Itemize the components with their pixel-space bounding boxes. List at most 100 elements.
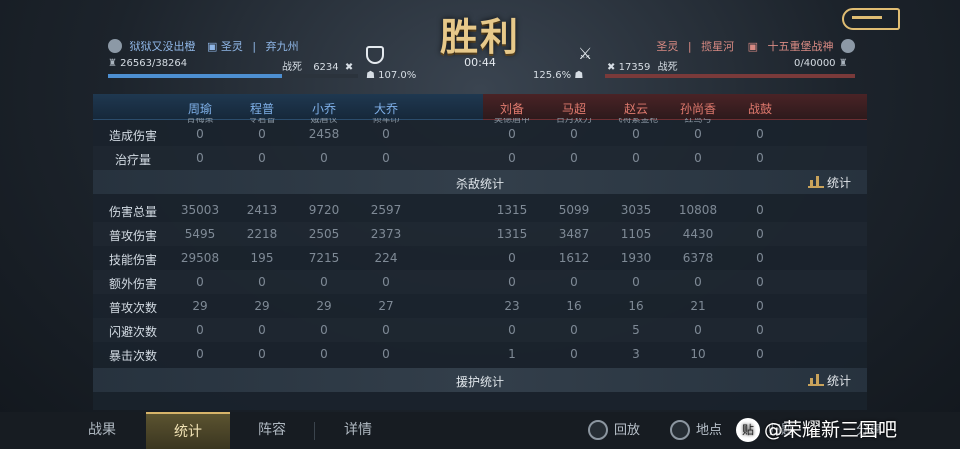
stat-cell: 1: [508, 347, 516, 361]
table-row: 技能伤害 29508 195 7215 224 0 1612 1930 6378 0: [93, 246, 867, 270]
right-troop-bar: [605, 74, 855, 78]
left-troop-bar: [108, 74, 358, 78]
row-label: 普攻次数: [108, 301, 157, 315]
hero-name: 马超: [561, 102, 586, 116]
stat-cell: 0: [570, 151, 578, 165]
table-row: 闪避次数 0 0 0 0 0 0 5 0 0: [93, 318, 867, 342]
left-killed-row: 战死 6234 ✖: [282, 58, 353, 73]
hero-name: 周瑜: [187, 102, 212, 116]
row-label: 闪避次数: [108, 325, 157, 339]
row-label: 造成伤害: [108, 129, 157, 143]
tab-battle-result[interactable]: 战果: [60, 412, 144, 449]
location-label: 地点: [696, 423, 723, 438]
stat-cell: 1315: [496, 227, 528, 241]
stat-cell: 6378: [682, 251, 714, 265]
left-morale: 107.0%: [378, 70, 417, 81]
row-label: 普攻伤害: [108, 229, 157, 243]
right-killed-label: 战死: [657, 62, 678, 73]
stat-cell: 0: [196, 347, 204, 361]
troops-icon: ♜: [108, 58, 117, 69]
stat-cell: 0: [382, 127, 390, 141]
hero-name: 赵云: [623, 102, 648, 116]
stat-cell: 0: [756, 227, 764, 241]
stat-cell: 29: [316, 299, 332, 313]
left-player-name: 狱狱又没出橙: [129, 40, 196, 53]
row-label: 技能伤害: [108, 253, 157, 267]
stat-cell: 1315: [496, 203, 528, 217]
morale-icon: ☗: [366, 70, 375, 81]
stat-cell: 0: [694, 151, 702, 165]
stat-cell: 0: [694, 127, 702, 141]
stat-cell: 3: [632, 347, 640, 361]
stat-cell: 0: [694, 275, 702, 289]
tieba-logo-icon: 贴: [736, 418, 760, 442]
stat-cell: 3035: [620, 203, 652, 217]
watermark-text: @荣耀新三国吧: [764, 419, 898, 441]
stat-cell: 0: [756, 347, 764, 361]
stat-cell: 0: [320, 347, 328, 361]
section-title: 援护统计: [455, 375, 504, 389]
hero-name: 小乔: [311, 102, 336, 116]
left-morale-row: ☗ 107.0%: [366, 70, 416, 81]
stats-table[interactable]: 周瑜 程普 小乔 大乔 刘备 马超 赵云 孙尚香 战鼓 青梅策 令君督 娥眉仪 倾军印 昊德盾甲 日月双刀…: [93, 94, 867, 410]
stat-cell: 0: [196, 323, 204, 337]
tab-lineup[interactable]: 阵容: [230, 412, 314, 449]
stat-cell: 23: [504, 299, 520, 313]
stat-cell: 10808: [678, 203, 718, 217]
stat-cell: 0: [570, 347, 578, 361]
location-button[interactable]: 地点: [670, 412, 722, 449]
stats-button-label: 统计: [826, 374, 851, 388]
right-morale-row: 125.6% ☗: [533, 70, 583, 81]
stat-cell: 1930: [620, 251, 652, 265]
tab-statistics[interactable]: 统计: [146, 412, 230, 449]
stat-cell: 16: [566, 299, 582, 313]
stat-cell: 1612: [558, 251, 590, 265]
stat-cell: 29508: [180, 251, 220, 265]
tab-details[interactable]: 详情: [316, 412, 400, 449]
stats-button[interactable]: 统计: [807, 174, 851, 191]
table-row: 普攻伤害 5495 2218 2505 2373 1315 3487 1105 4430 0: [93, 222, 867, 246]
hero-name: 程普: [249, 102, 274, 116]
stat-cell: 10: [690, 347, 706, 361]
stat-cell: 0: [756, 203, 764, 217]
right-killed: 17359: [618, 62, 651, 73]
stat-cell: 0: [508, 323, 516, 337]
left-faction-icon: ▣: [207, 40, 218, 53]
table-row: 造成伤害 0 0 2458 0 0 0 0 0 0: [93, 122, 867, 146]
left-faction: 圣灵: [220, 40, 243, 53]
left-player-info: 狱狱又没出橙 ▣ 圣灵 | 弃九州: [108, 38, 299, 54]
hero-name: 孙尚香: [679, 102, 716, 116]
row-label: 治疗量: [114, 153, 151, 167]
table-row: 暴击次数 0 0 0 0 1 0 3 10 0: [93, 342, 867, 366]
table-row: 额外伤害 0 0 0 0 0 0 0 0 0: [93, 270, 867, 294]
battle-timer: 00:44: [464, 56, 496, 69]
stat-cell: 0: [196, 127, 204, 141]
stat-cell: 35003: [180, 203, 220, 217]
section-assist-stats: 援护统计 统计: [93, 368, 867, 392]
stat-cell: 5: [632, 323, 640, 337]
hero-name: 刘备: [499, 102, 524, 116]
right-player-name: 十五重堡战神: [767, 40, 834, 53]
player-avatar-icon: [841, 39, 855, 53]
stat-cell: 0: [258, 347, 266, 361]
stat-cell: 0: [382, 275, 390, 289]
stat-cell: 1105: [620, 227, 652, 241]
stat-cell: 0: [508, 151, 516, 165]
hero-name: 战鼓: [747, 102, 772, 116]
bar-chart-icon: [807, 176, 824, 188]
stat-cell: 2505: [308, 227, 340, 241]
right-killed-row: ✖ 17359 战死: [607, 58, 678, 73]
stats-button[interactable]: 统计: [807, 372, 851, 389]
section-title: 杀敌统计: [455, 177, 504, 191]
victory-title: 胜利: [439, 14, 520, 59]
back-button[interactable]: [842, 8, 900, 30]
stat-cell: 0: [196, 275, 204, 289]
stat-cell: 0: [320, 275, 328, 289]
replay-button[interactable]: 回放: [588, 412, 640, 449]
stat-cell: 5495: [184, 227, 216, 241]
stat-cell: 0: [632, 127, 640, 141]
stat-cell: 0: [258, 127, 266, 141]
right-troop-bar-fill: [605, 74, 855, 78]
stat-cell: 0: [320, 151, 328, 165]
stat-cell: 0: [196, 151, 204, 165]
